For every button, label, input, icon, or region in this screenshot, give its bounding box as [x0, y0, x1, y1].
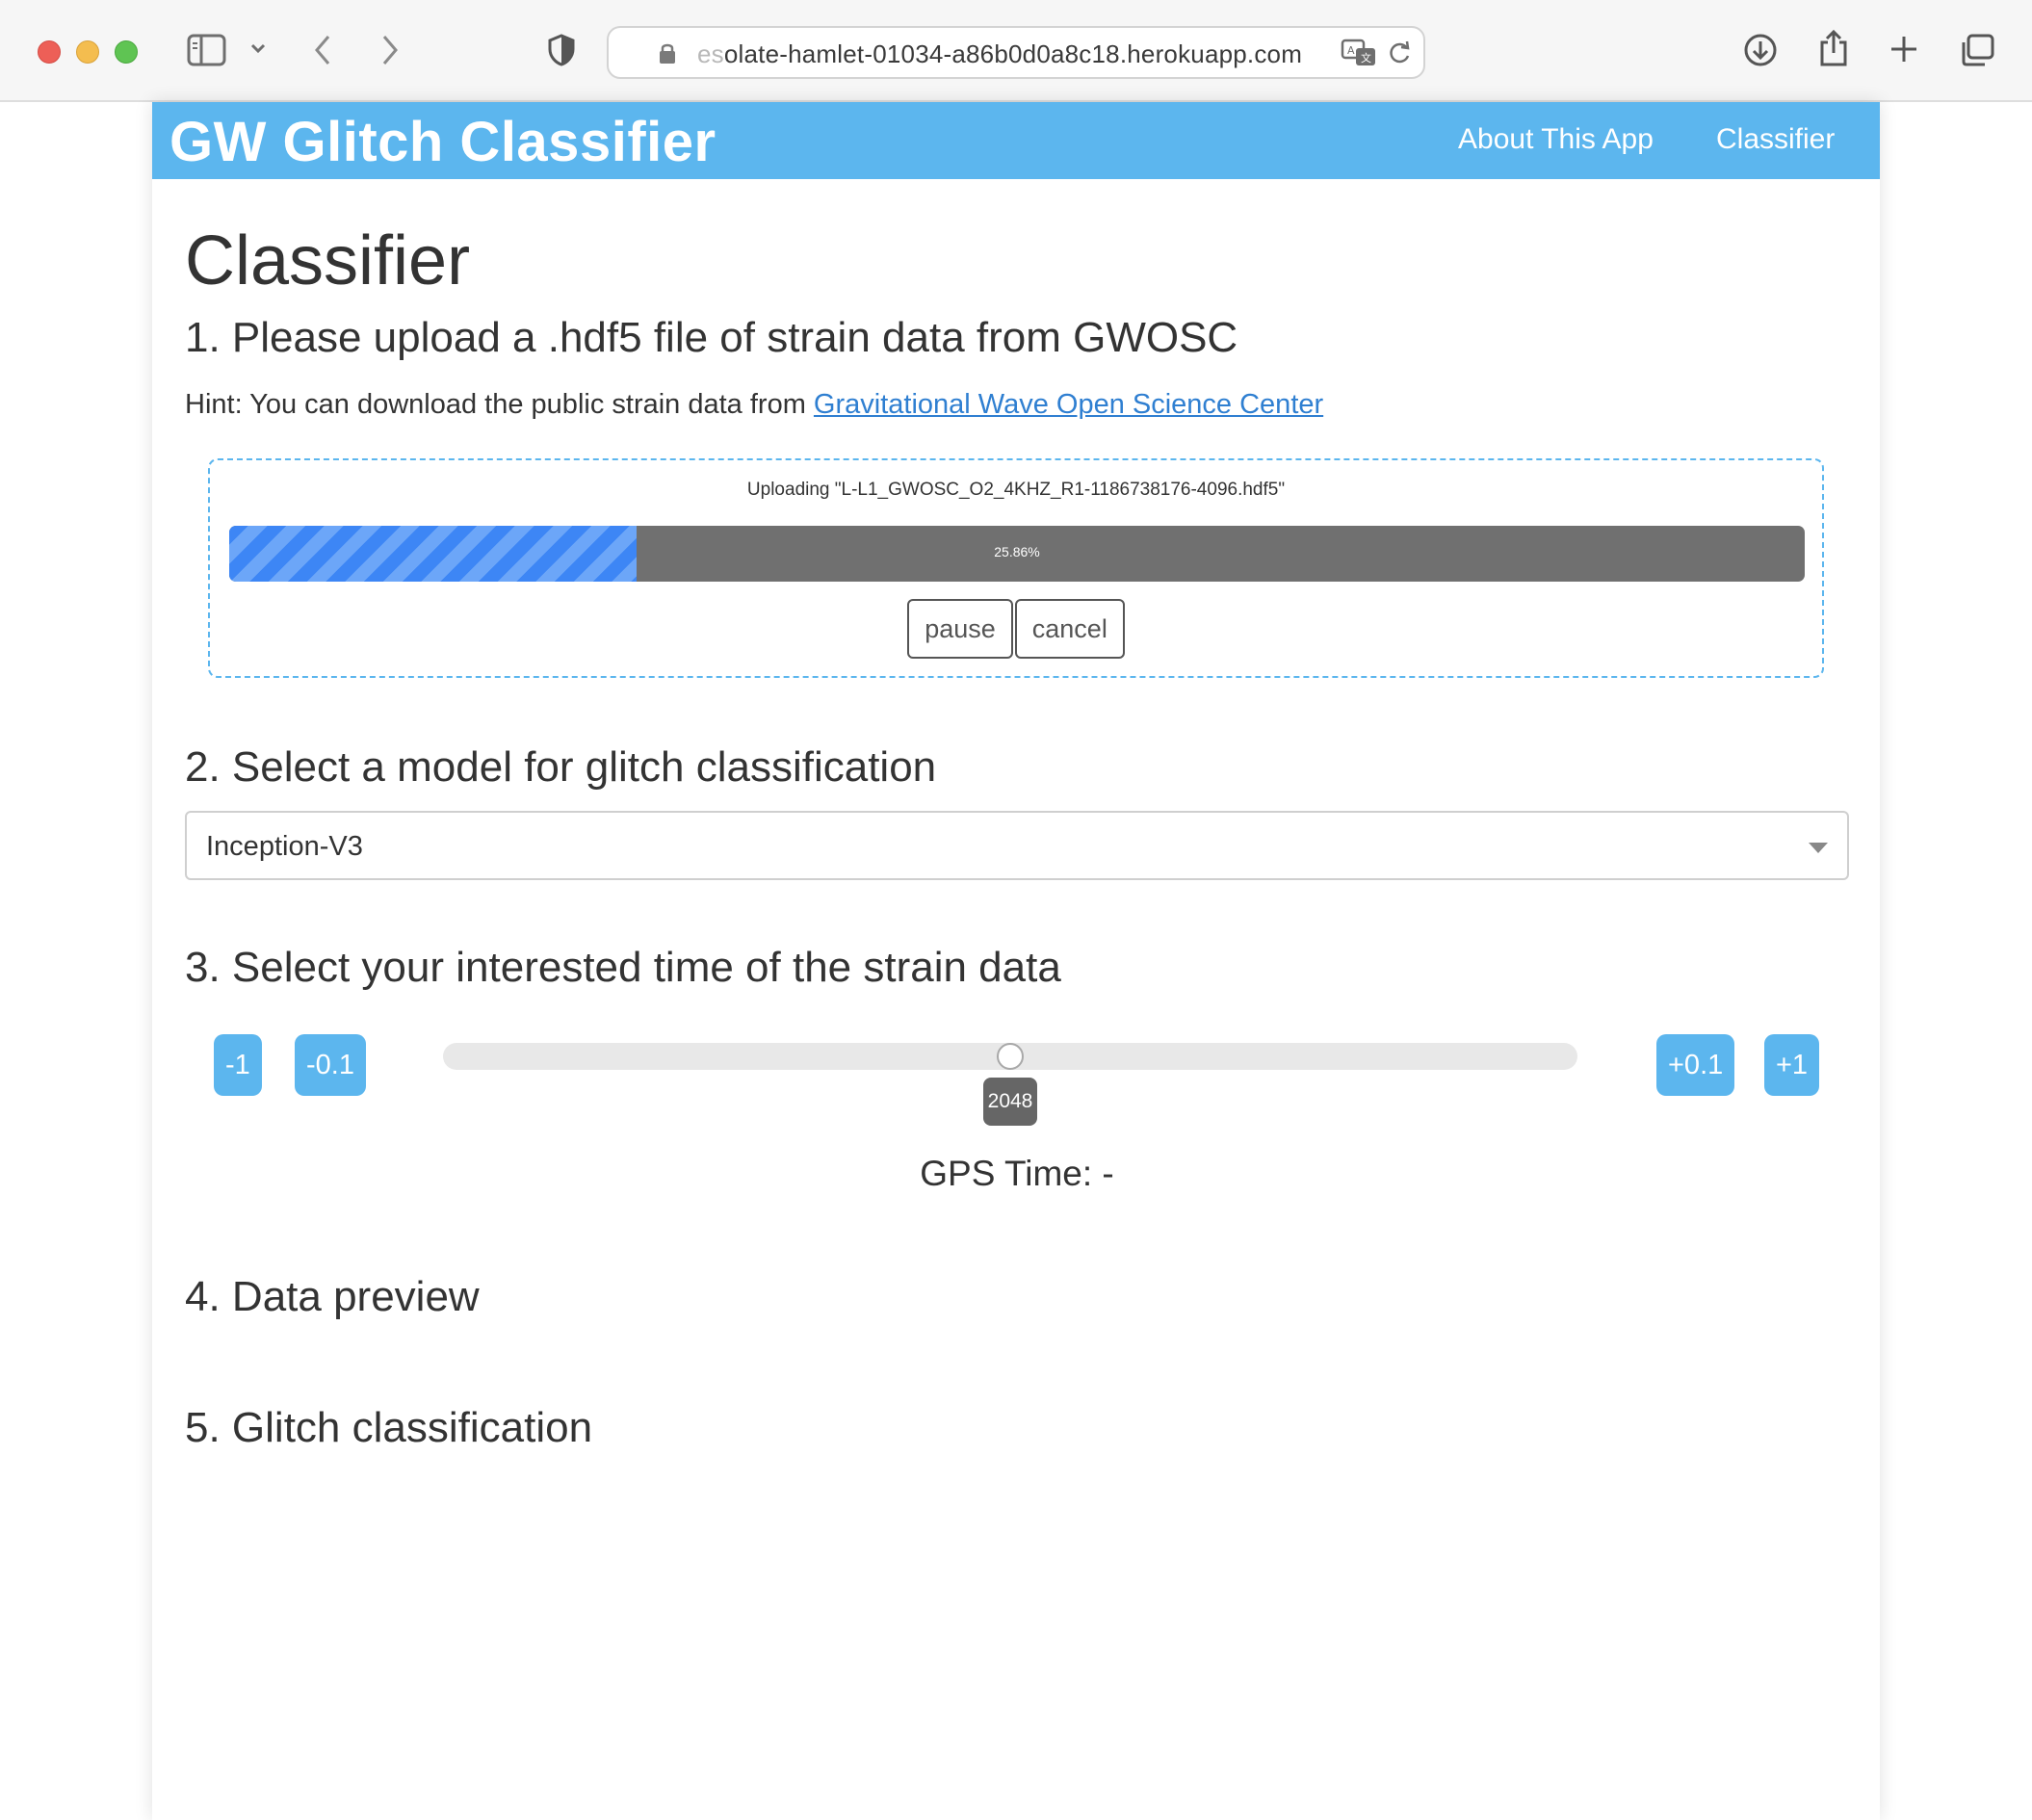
- nav-link-classifier[interactable]: Classifier: [1716, 123, 1835, 156]
- close-window-button[interactable]: [38, 40, 61, 64]
- new-tab-icon[interactable]: [1888, 33, 1920, 65]
- tab-overview-icon[interactable]: [1959, 33, 1995, 67]
- url-text: esolate-hamlet-01034-a86b0d0a8c18.heroku…: [697, 39, 1303, 68]
- pause-button[interactable]: pause: [907, 599, 1013, 659]
- hint-prefix: Hint: You can download the public strain…: [185, 389, 814, 420]
- step3-heading: 3. Select your interested time of the st…: [185, 944, 1061, 991]
- time-slider-value: 2048: [983, 1078, 1037, 1126]
- step1-heading: 1. Please upload a .hdf5 file of strain …: [185, 314, 1238, 361]
- translate-icon[interactable]: A文: [1341, 38, 1377, 68]
- cancel-button[interactable]: cancel: [1014, 599, 1125, 659]
- model-select-value: Inception-V3: [206, 831, 363, 862]
- upload-dropzone[interactable]: Uploading "L-L1_GWOSC_O2_4KHZ_R1-1186738…: [208, 458, 1824, 678]
- gps-time: GPS Time: -: [920, 1154, 1114, 1193]
- step5-heading: 5. Glitch classification: [185, 1404, 593, 1451]
- browser-toolbar: esolate-hamlet-01034-a86b0d0a8c18.heroku…: [0, 0, 2032, 102]
- gwosc-link[interactable]: Gravitational Wave Open Science Center: [814, 389, 1323, 420]
- svg-text:文: 文: [1361, 51, 1371, 65]
- model-select[interactable]: Inception-V3: [185, 811, 1849, 880]
- sidebar-toggle-icon[interactable]: [187, 33, 227, 67]
- address-bar[interactable]: esolate-hamlet-01034-a86b0d0a8c18.heroku…: [607, 26, 1425, 79]
- navbar: GW Glitch Classifier About This App Clas…: [152, 102, 1880, 179]
- zoom-window-button[interactable]: [115, 40, 138, 64]
- minus-1-button[interactable]: -1: [214, 1034, 262, 1096]
- forward-icon[interactable]: [378, 33, 403, 67]
- chevron-down-icon[interactable]: [248, 39, 268, 58]
- brand-title[interactable]: GW Glitch Classifier: [169, 110, 716, 174]
- time-slider-handle[interactable]: [997, 1043, 1024, 1070]
- nav-link-about[interactable]: About This App: [1458, 123, 1654, 156]
- plus-0.1-button[interactable]: +0.1: [1656, 1034, 1735, 1096]
- shield-icon[interactable]: [547, 33, 576, 67]
- step2-heading: 2. Select a model for glitch classificat…: [185, 743, 937, 791]
- page-title: Classifier: [185, 222, 471, 299]
- plus-1-button[interactable]: +1: [1764, 1034, 1820, 1096]
- upload-controls: pause cancel: [210, 599, 1822, 659]
- svg-text:A: A: [1347, 44, 1355, 57]
- step4-heading: 4. Data preview: [185, 1273, 480, 1320]
- upload-progress-bar: 25.86%: [229, 526, 1805, 582]
- download-icon[interactable]: [1743, 33, 1778, 67]
- share-icon[interactable]: [1818, 29, 1849, 67]
- reload-icon[interactable]: [1387, 39, 1412, 66]
- caret-down-icon: [1809, 843, 1828, 853]
- upload-status: Uploading "L-L1_GWOSC_O2_4KHZ_R1-1186738…: [746, 480, 1286, 500]
- upload-progress-text: 25.86%: [994, 544, 1040, 559]
- back-icon[interactable]: [310, 33, 335, 67]
- hint-text: Hint: You can download the public strain…: [185, 389, 1323, 421]
- minus-0.1-button[interactable]: -0.1: [295, 1034, 366, 1096]
- lock-icon: [659, 41, 676, 65]
- minimize-window-button[interactable]: [76, 40, 99, 64]
